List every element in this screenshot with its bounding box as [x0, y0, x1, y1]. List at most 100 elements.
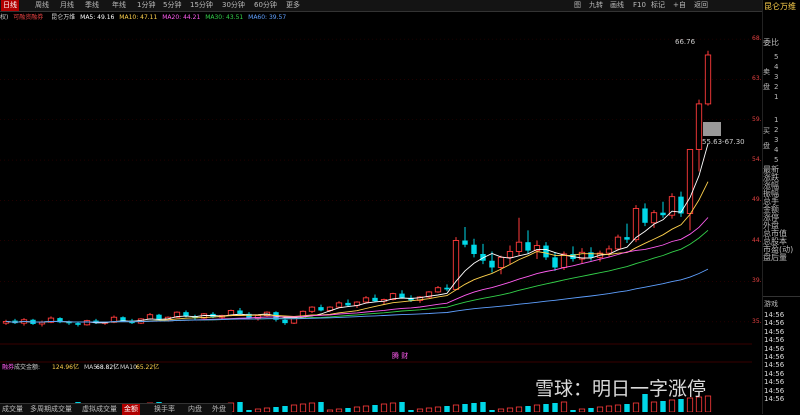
fq-label: 权)	[0, 14, 9, 21]
candle-body	[452, 240, 460, 290]
range-label: 55.63-67.30	[702, 138, 745, 146]
back-tool[interactable]: 返回	[694, 0, 708, 11]
volume-bar	[372, 405, 378, 412]
candle-body	[515, 241, 523, 252]
volume-bar	[282, 406, 288, 412]
tab-inner-volume[interactable]: 内盘	[186, 404, 204, 415]
volume-bar	[596, 406, 604, 412]
candle-body	[543, 245, 549, 258]
volume-bar	[254, 408, 262, 412]
sell-side-label: 卖盘	[763, 68, 770, 91]
nine-turn-tool[interactable]: 九转	[589, 0, 603, 11]
candle-body	[399, 293, 405, 298]
tab-multi-period-volume[interactable]: 多周期成交量	[28, 404, 74, 415]
candle-body	[434, 287, 442, 293]
tab-outer-volume[interactable]: 外盘	[210, 404, 228, 415]
trades-label: 游戏	[764, 300, 778, 308]
tab-quarterly[interactable]: 季线	[83, 0, 101, 11]
chart-tool-icon[interactable]: 图	[574, 0, 581, 11]
candle-body	[362, 297, 370, 303]
add-favorite-tool[interactable]: +自	[673, 0, 686, 11]
tab-weekly[interactable]: 周线	[33, 0, 51, 11]
ma60-line	[5, 268, 709, 323]
tab-daily[interactable]: 日线	[1, 0, 19, 11]
candle-body	[497, 256, 505, 268]
f10-tool[interactable]: F10	[633, 0, 646, 11]
volume-bar	[497, 408, 505, 412]
volume-bar	[416, 408, 424, 412]
candle-body	[489, 260, 495, 268]
ma20-value: MA20: 44.21	[162, 14, 201, 21]
volume-bar	[326, 409, 334, 412]
candle-body	[614, 236, 622, 250]
volume-bar	[588, 408, 594, 412]
volume-bar	[480, 402, 486, 412]
tab-amount[interactable]: 金额	[122, 404, 140, 415]
ma10-line	[5, 181, 709, 323]
buy-side-label: 买盘	[763, 127, 770, 150]
volume-bar	[489, 410, 495, 412]
tab-monthly[interactable]: 月线	[58, 0, 76, 11]
volume-bar	[263, 407, 271, 412]
volume-bar	[506, 407, 514, 412]
mark-tool[interactable]: 标记	[651, 0, 665, 11]
tab-15min[interactable]: 15分钟	[188, 0, 215, 11]
ma30-line	[5, 229, 709, 323]
stats-list: 最新 涨跌 涨幅 振幅 总手 金额 涨停 外盘 总市值 总股本 市盈(动) 盘后…	[763, 165, 794, 262]
tab-more[interactable]: 更多	[284, 0, 302, 11]
draw-line-tool[interactable]: 画线	[610, 0, 624, 11]
ma30-value: MA30: 43.51	[205, 14, 244, 21]
stock-name-label: 昆仑万维	[51, 14, 76, 21]
kline-chart[interactable]: 66.76 55.63-67.30 腾 财 融券 成交金额: 124.96亿 M…	[0, 22, 752, 412]
tab-30min[interactable]: 30分钟	[220, 0, 247, 11]
tab-5min[interactable]: 5分钟	[161, 0, 183, 11]
tab-virtual-volume[interactable]: 虚拟成交量	[80, 404, 119, 415]
candle-body	[525, 242, 531, 251]
volume-bar	[471, 403, 477, 412]
volume-bar	[605, 405, 613, 412]
volume-bar	[570, 410, 576, 412]
bar-event-label: 腾 财	[392, 351, 408, 360]
candle-body	[605, 248, 613, 254]
candle-body	[560, 253, 568, 268]
ma60-value: MA60: 39.57	[248, 14, 287, 21]
vol-type: 成交金额:	[14, 363, 40, 371]
volume-bar	[560, 401, 568, 412]
volume-bar	[345, 408, 351, 412]
vol-label: 融券	[2, 363, 14, 371]
vol-ma10-value: 65.22亿	[136, 363, 159, 371]
vol-value: 124.96亿	[52, 363, 79, 371]
tab-60min[interactable]: 60分钟	[252, 0, 279, 11]
volume-bar	[533, 404, 541, 412]
volume-bar	[290, 404, 298, 412]
tab-turnover[interactable]: 换手率	[152, 404, 177, 415]
candle-body	[237, 310, 243, 314]
ma5-value: MA5: 49.16	[80, 14, 115, 21]
candle-body	[686, 148, 694, 214]
volume-bar	[408, 410, 414, 412]
volume-bar	[578, 408, 586, 412]
candle-body	[650, 212, 658, 224]
xueqiu-watermark: 雪球：明日一字涨停	[535, 378, 707, 400]
ma10-value: MA10: 47.11	[119, 14, 158, 21]
candle-body	[642, 208, 648, 223]
margin-label: 可融资融券	[13, 14, 44, 21]
ma-info-bar: 权) 可融资融券 昆仑万维 MA5: 49.16 MA10: 47.11 MA2…	[0, 13, 752, 22]
vol-ma5-value: 68.82亿	[96, 363, 119, 371]
volume-bar	[425, 407, 433, 412]
candle-body	[660, 212, 666, 216]
volume-bar	[452, 404, 460, 412]
volume-bar	[660, 401, 666, 412]
volume-bar	[399, 402, 405, 412]
tab-volume[interactable]: 成交量	[0, 404, 25, 415]
tab-yearly[interactable]: 年线	[110, 0, 128, 11]
candle-body	[120, 317, 126, 321]
ma-lines	[5, 143, 709, 324]
price-range-marker	[703, 122, 721, 136]
volume-bar	[632, 402, 640, 412]
tab-1min[interactable]: 1分钟	[135, 0, 157, 11]
candle-body	[335, 302, 343, 308]
weibi-label: 委比	[763, 38, 779, 47]
candle-body	[83, 320, 91, 326]
candle-body	[308, 306, 316, 312]
